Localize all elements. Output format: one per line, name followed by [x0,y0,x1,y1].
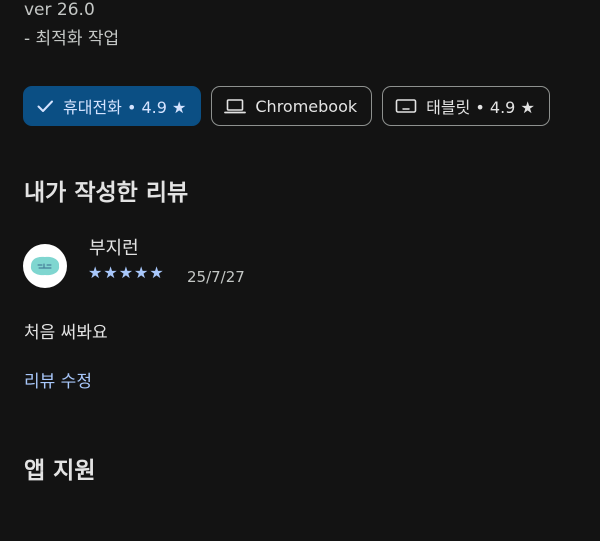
avatar [23,244,67,288]
device-filter-chips: 휴대전화 • 4.9 ★ Chromebook 태블릿 • 4.9 ★ [23,86,550,126]
chip-chromebook-label: Chromebook [255,96,358,116]
tablet-icon [395,97,417,115]
review-text: 처음 써봐요 [24,323,108,343]
chip-chromebook[interactable]: Chromebook [211,86,373,126]
edit-review-link[interactable]: 리뷰 수정 [24,369,92,395]
my-review-title: 내가 작성한 리뷰 [24,180,189,206]
check-icon [36,97,54,115]
chip-tablet-label: 태블릿 • 4.9 ★ [426,98,535,117]
reviewer-name: 부지런 [89,238,139,259]
review-date: 25/7/27 [187,268,245,286]
change-note: - 최적화 작업 [24,29,120,49]
chip-phone[interactable]: 휴대전화 • 4.9 ★ [23,86,202,126]
laptop-icon [224,97,247,115]
app-support-title[interactable]: 앱 지원 [24,456,96,486]
avatar-image [30,256,60,276]
chip-tablet[interactable]: 태블릿 • 4.9 ★ [382,86,550,126]
star-rating: ★★★★★ [88,263,165,282]
version-text: ver 26.0 [24,0,95,20]
chip-phone-label: 휴대전화 • 4.9 ★ [63,98,187,117]
